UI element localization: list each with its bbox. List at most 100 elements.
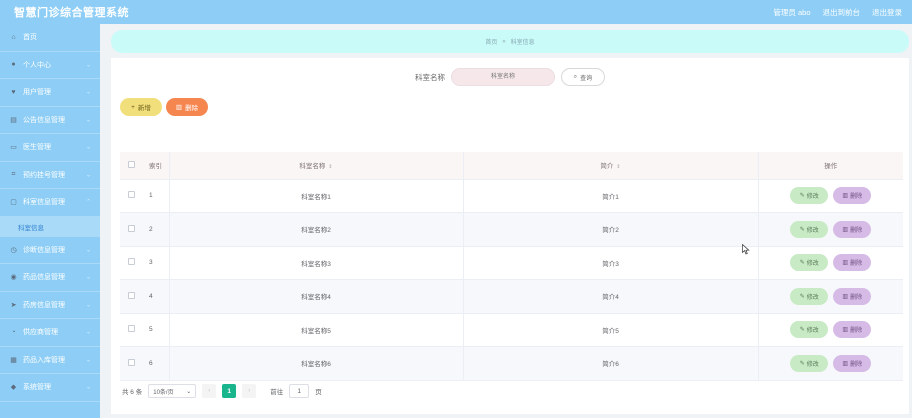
row-index: 5 bbox=[142, 313, 170, 347]
chevron-down-icon: ⌄ bbox=[85, 247, 91, 254]
row-ops: ✎ 修改 ▥ 删除 bbox=[758, 246, 903, 280]
sidebar-item-pharmacy-management[interactable]: ➤ 药房信息管理 ⌄ bbox=[0, 292, 100, 319]
sort-icon[interactable]: ⇕ bbox=[328, 164, 332, 170]
header-name[interactable]: 科室名称 ⇕ bbox=[169, 152, 464, 180]
sidebar-item-supplier-management[interactable]: ◔ 供应商管理 ⌄ bbox=[0, 319, 100, 347]
sidebar-item-diagnosis-management[interactable]: ◷ 诊断信息管理 ⌄ bbox=[0, 237, 100, 264]
chevron-down-icon: ⌄ bbox=[85, 329, 91, 336]
select-all-checkbox[interactable] bbox=[127, 160, 135, 168]
chevron-down-icon: ⌄ bbox=[186, 388, 192, 395]
add-button[interactable]: + 新增 bbox=[120, 98, 162, 116]
sidebar-item-system-management[interactable]: ◆ 系统管理 ⌄ bbox=[0, 374, 100, 402]
app-title: 智慧门诊综合管理系统 bbox=[14, 7, 129, 19]
row-checkbox[interactable] bbox=[127, 224, 135, 232]
edit-button[interactable]: ✎ 修改 bbox=[790, 321, 829, 339]
edit-icon: ✎ bbox=[799, 260, 805, 267]
sidebar-item-label: 预约挂号管理 bbox=[23, 171, 65, 179]
edit-button[interactable]: ✎ 修改 bbox=[790, 354, 829, 372]
sidebar-item-department-management[interactable]: ▢ 科室信息管理 ⌃ bbox=[0, 189, 100, 217]
row-checkbox[interactable] bbox=[127, 258, 135, 266]
chevron-down-icon: ⌄ bbox=[85, 172, 91, 179]
row-checkbox-cell bbox=[120, 212, 142, 247]
trash-icon: ▥ bbox=[842, 226, 849, 233]
row-delete-button[interactable]: ▥ 删除 bbox=[833, 321, 872, 339]
doctor-icon: ▭ bbox=[10, 144, 17, 152]
logout-link[interactable]: 退出登录 bbox=[872, 7, 902, 18]
edit-icon: ✎ bbox=[799, 193, 805, 200]
sidebar-item-label: 个人中心 bbox=[23, 61, 51, 69]
sidebar-item-label: 科室信息管理 bbox=[23, 199, 65, 207]
header-desc[interactable]: 简介 ⇕ bbox=[463, 152, 759, 180]
content-panel: 科室名称 ⌕ 查询 + 新增 ▥ 删除 索引 科室名称⇕ bbox=[111, 58, 909, 414]
sidebar-item-label: 诊断信息管理 bbox=[23, 246, 65, 254]
sidebar-item-stock-in-management[interactable]: ▦ 药品入库管理 ⌄ bbox=[0, 347, 100, 374]
edit-button[interactable]: ✎ 修改 bbox=[790, 254, 829, 272]
prev-page-button[interactable]: ‹ bbox=[202, 384, 217, 398]
row-desc: 简介4 bbox=[463, 279, 759, 314]
trash-icon: ▥ bbox=[842, 327, 849, 334]
sidebar-item-personal-center[interactable]: ● 个人中心 ⌄ bbox=[0, 52, 100, 79]
row-delete-label: 删除 bbox=[850, 194, 863, 201]
table-row: 6 科室名称6 简介6 ✎ 修改 ▥ 删除 bbox=[120, 346, 903, 381]
next-page-button[interactable]: › bbox=[242, 384, 257, 398]
row-ops: ✎ 修改 ▥ 删除 bbox=[758, 346, 903, 381]
row-index: 4 bbox=[142, 279, 170, 314]
mouse-cursor-icon bbox=[742, 244, 750, 255]
sidebar-item-doctor-management[interactable]: ▭ 医生管理 ⌄ bbox=[0, 134, 100, 162]
sidebar-item-home[interactable]: ⌂ 首页 bbox=[0, 24, 100, 52]
row-delete-label: 删除 bbox=[850, 227, 863, 234]
row-checkbox[interactable] bbox=[127, 325, 135, 333]
department-icon: ▢ bbox=[10, 199, 17, 207]
row-delete-button[interactable]: ▥ 删除 bbox=[833, 354, 872, 372]
search-button[interactable]: ⌕ 查询 bbox=[561, 68, 605, 86]
sidebar-item-appointment-management[interactable]: ⌗ 预约挂号管理 ⌄ bbox=[0, 162, 100, 189]
row-desc: 简介3 bbox=[463, 246, 759, 280]
pagination: 共 6 条 10条/页 ⌄ ‹ 1 › 前往 页 bbox=[122, 384, 322, 398]
search-icon: ⌕ bbox=[573, 73, 578, 80]
row-checkbox[interactable] bbox=[127, 358, 135, 366]
user-icon: ● bbox=[11, 61, 16, 69]
sidebar-item-medicine-management[interactable]: ◉ 药品信息管理 ⌄ bbox=[0, 264, 100, 292]
goto-page-input[interactable] bbox=[289, 384, 310, 398]
chevron-up-icon: ⌃ bbox=[85, 199, 91, 206]
row-delete-button[interactable]: ▥ 删除 bbox=[833, 287, 872, 305]
sort-icon[interactable]: ⇕ bbox=[616, 164, 620, 170]
sidebar-item-label: 药房信息管理 bbox=[23, 301, 65, 309]
pharmacy-icon: ➤ bbox=[10, 301, 17, 309]
exit-to-front-link[interactable]: 退出到前台 bbox=[823, 7, 861, 18]
page-number-current[interactable]: 1 bbox=[222, 384, 237, 398]
main-content: 首页 » 科室信息 科室名称 ⌕ 查询 + 新增 ▥ 删除 bbox=[100, 24, 912, 418]
chevron-down-icon: ⌄ bbox=[85, 302, 91, 309]
sidebar-item-user-management[interactable]: ♥ 用户管理 ⌄ bbox=[0, 79, 100, 107]
sidebar: ⌂ 首页 ● 个人中心 ⌄ ♥ 用户管理 ⌄ ▤ 公告信息管理 ⌄ ▭ 医生管理… bbox=[0, 24, 100, 418]
top-bar: 智慧门诊综合管理系统 管理员 abo 退出到前台 退出登录 bbox=[0, 0, 912, 24]
sidebar-item-notice-management[interactable]: ▤ 公告信息管理 ⌄ bbox=[0, 107, 100, 134]
edit-label: 修改 bbox=[806, 328, 819, 335]
trash-icon: ▥ bbox=[842, 360, 849, 367]
row-delete-button[interactable]: ▥ 删除 bbox=[833, 220, 872, 238]
edit-button[interactable]: ✎ 修改 bbox=[790, 187, 829, 205]
row-desc: 简介6 bbox=[463, 346, 759, 381]
sidebar-item-label: 药品入库管理 bbox=[23, 356, 65, 364]
edit-button[interactable]: ✎ 修改 bbox=[790, 220, 829, 238]
sidebar-item-label: 用户管理 bbox=[23, 89, 51, 97]
department-name-search-input[interactable] bbox=[451, 68, 555, 86]
top-actions: 管理员 abo 退出到前台 退出登录 bbox=[773, 7, 902, 18]
sidebar-subitem-department-info[interactable]: 科室信息 bbox=[0, 216, 100, 237]
row-delete-button[interactable]: ▥ 删除 bbox=[833, 187, 872, 205]
row-checkbox[interactable] bbox=[127, 191, 135, 199]
breadcrumb: 首页 » 科室信息 bbox=[111, 30, 909, 53]
row-checkbox[interactable] bbox=[127, 291, 135, 299]
edit-button[interactable]: ✎ 修改 bbox=[790, 287, 829, 305]
row-delete-label: 删除 bbox=[850, 261, 863, 268]
row-checkbox-cell bbox=[120, 279, 142, 314]
edit-icon: ✎ bbox=[799, 360, 805, 367]
edit-label: 修改 bbox=[806, 294, 819, 301]
chevron-right-icon: › bbox=[248, 388, 251, 394]
breadcrumb-home[interactable]: 首页 bbox=[485, 37, 497, 46]
page-size-select[interactable]: 10条/页 ⌄ bbox=[148, 384, 197, 398]
row-delete-button[interactable]: ▥ 删除 bbox=[833, 254, 872, 272]
row-index: 2 bbox=[142, 212, 170, 247]
batch-delete-button[interactable]: ▥ 删除 bbox=[166, 98, 208, 116]
row-ops: ✎ 修改 ▥ 删除 bbox=[758, 279, 903, 314]
